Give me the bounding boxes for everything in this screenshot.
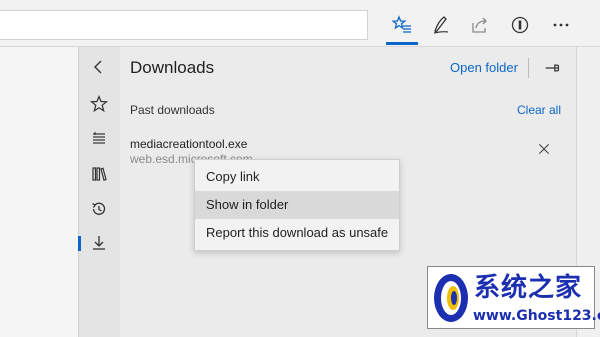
address-bar[interactable] bbox=[0, 10, 368, 40]
close-icon[interactable] bbox=[535, 140, 553, 158]
download-file-name[interactable]: mediacreationtool.exe bbox=[130, 137, 247, 151]
panel-title: Downloads bbox=[130, 58, 215, 77]
watermark-url: www.Ghost123.com bbox=[473, 308, 600, 324]
clear-all-link[interactable]: Clear all bbox=[517, 103, 561, 117]
divider bbox=[528, 58, 529, 78]
section-title: Past downloads bbox=[130, 103, 215, 117]
favorites-hub-icon[interactable] bbox=[387, 10, 417, 40]
history-icon[interactable] bbox=[78, 194, 119, 224]
watermark-title: 系统之家 bbox=[474, 273, 583, 303]
share-icon[interactable] bbox=[465, 10, 495, 40]
downloads-icon[interactable] bbox=[78, 228, 119, 258]
favorites-icon[interactable] bbox=[78, 89, 119, 119]
open-folder-link[interactable]: Open folder bbox=[450, 60, 518, 75]
watermark-logo-icon bbox=[431, 270, 471, 325]
books-icon[interactable] bbox=[78, 159, 119, 189]
menu-item-copy-link[interactable]: Copy link bbox=[195, 163, 399, 191]
reading-list-icon[interactable] bbox=[78, 124, 119, 154]
menu-item-show-in-folder[interactable]: Show in folder bbox=[195, 191, 399, 219]
more-icon[interactable] bbox=[546, 10, 576, 40]
rail-active-indicator bbox=[78, 236, 81, 251]
context-menu: Copy link Show in folder Report this dow… bbox=[194, 159, 400, 251]
extension-icon[interactable] bbox=[505, 10, 535, 40]
pin-icon[interactable] bbox=[542, 57, 564, 79]
back-icon[interactable] bbox=[78, 52, 119, 82]
pen-icon[interactable] bbox=[426, 10, 456, 40]
active-tab-indicator bbox=[386, 42, 418, 45]
page-content bbox=[0, 47, 78, 337]
menu-item-report-unsafe[interactable]: Report this download as unsafe bbox=[195, 219, 399, 247]
